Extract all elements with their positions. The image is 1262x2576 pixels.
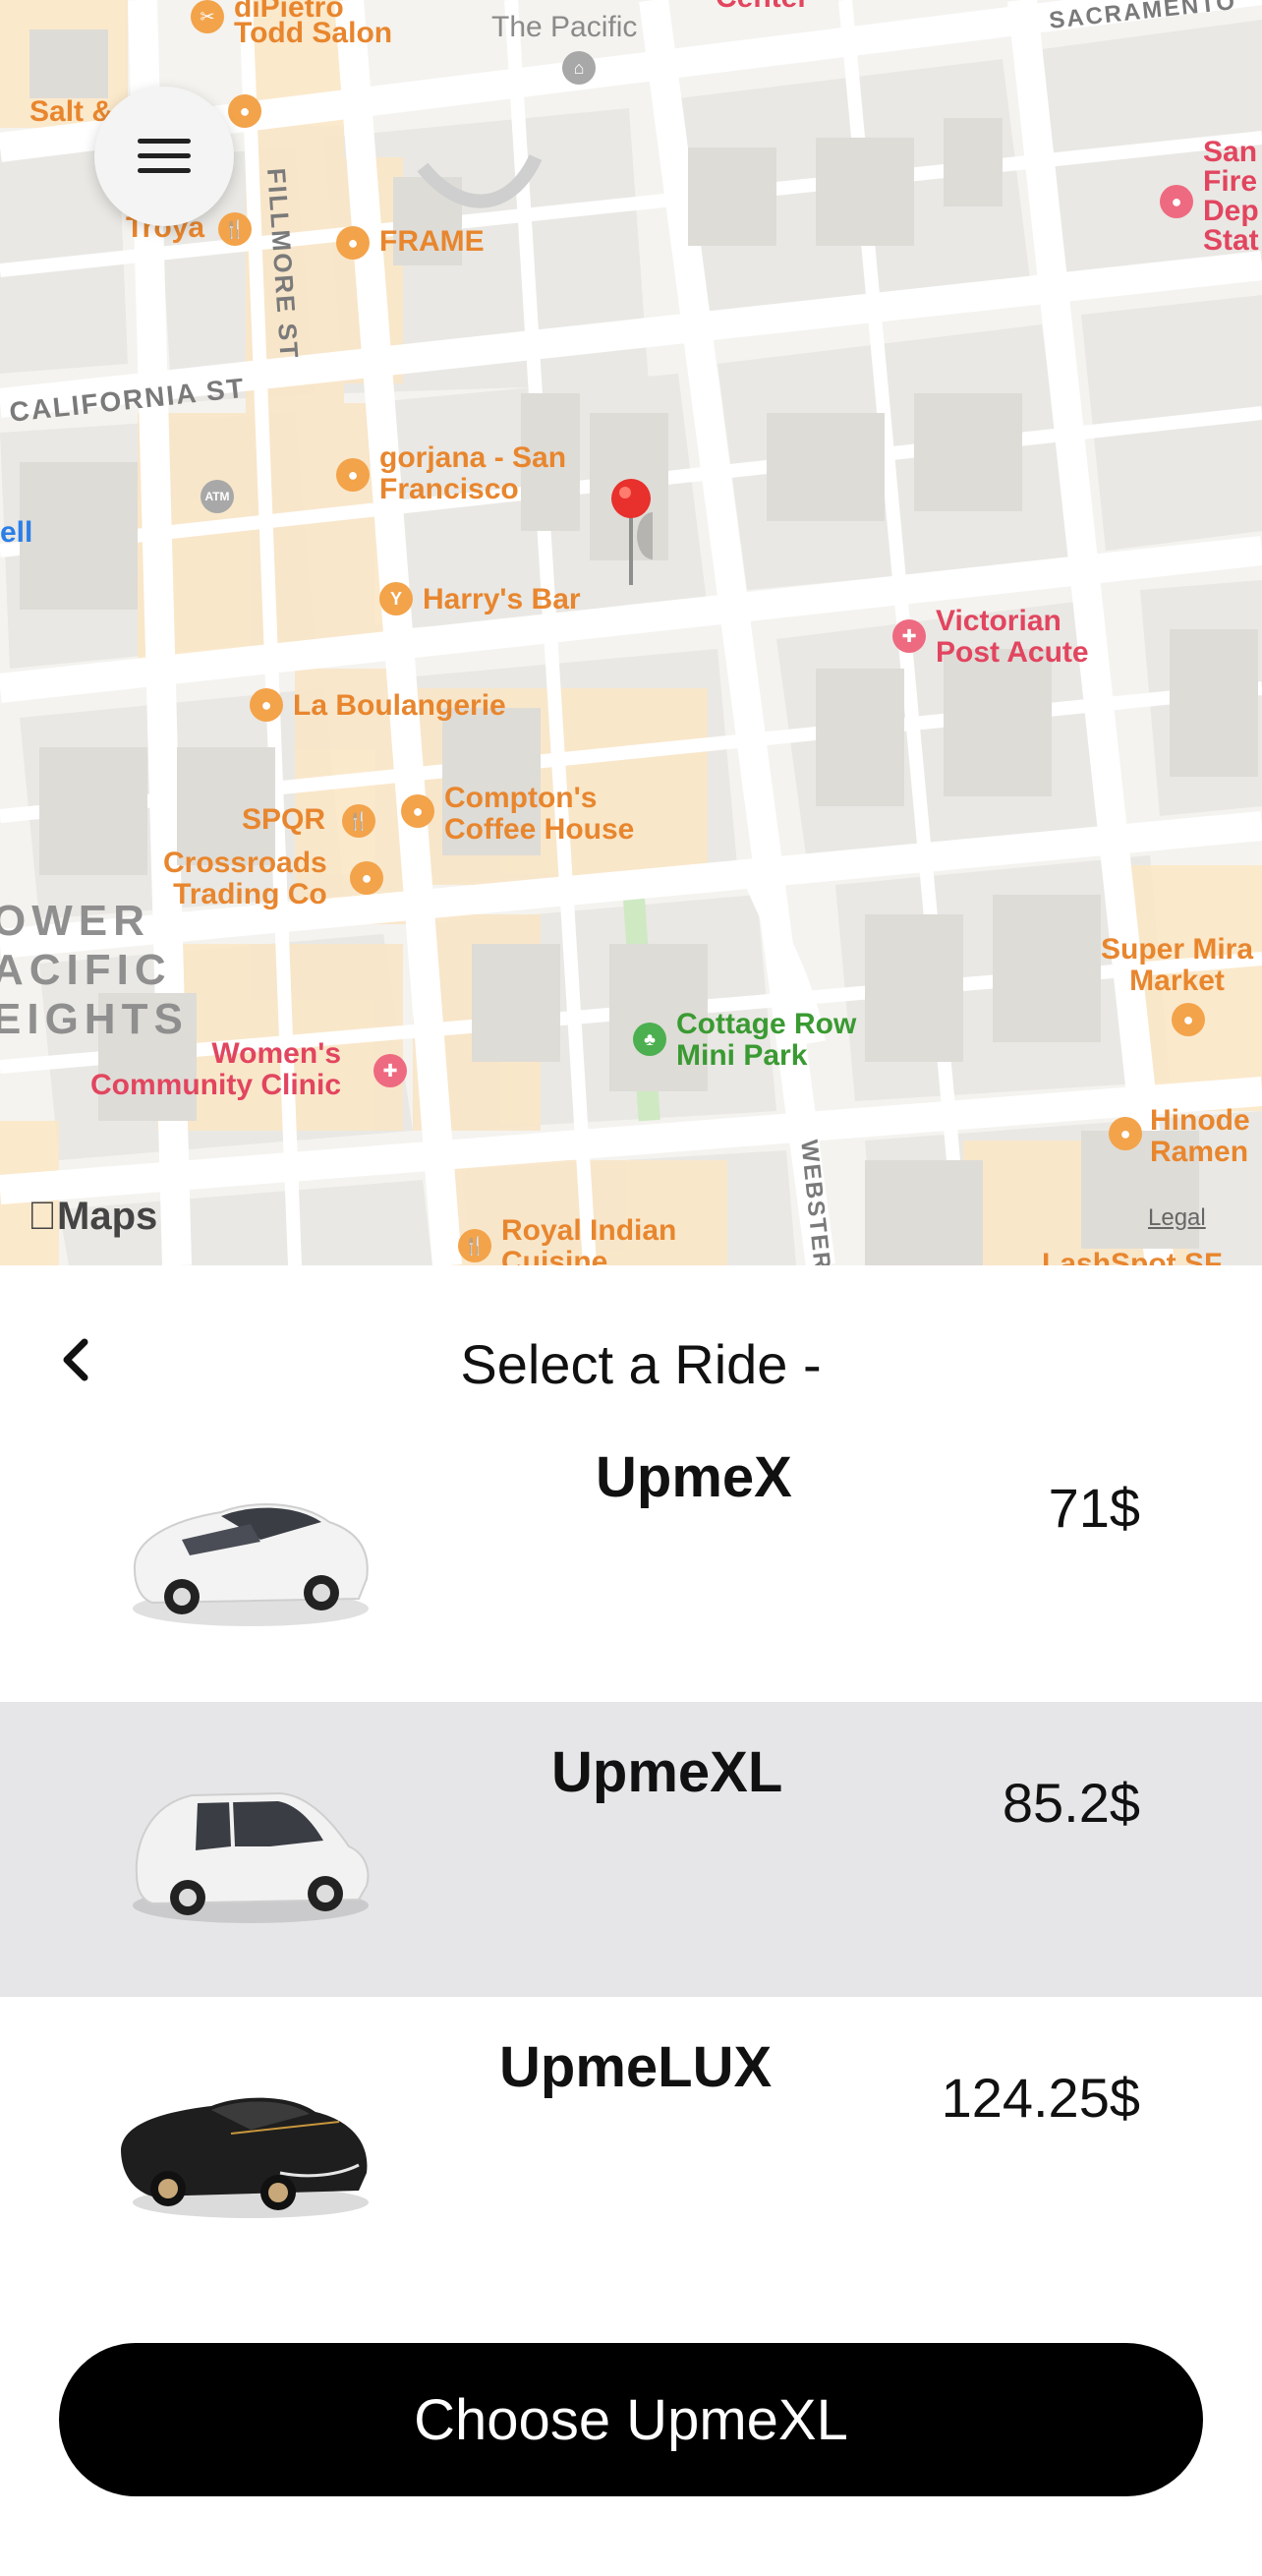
poi-spqr[interactable]: SPQR [242, 804, 325, 836]
restaurant-icon: 🍴 [458, 1229, 491, 1262]
ride-name: UpmeLUX [499, 2035, 773, 2099]
building-icon: ⌂ [562, 51, 596, 85]
maps-logo: Maps [28, 1195, 157, 1238]
shopping-bag-icon: ● [336, 458, 370, 492]
coffee-icon: ● [401, 794, 434, 828]
poi-center[interactable]: Center [716, 0, 809, 14]
apple-icon:  [28, 1195, 57, 1238]
medical-icon: ✚ [892, 619, 926, 653]
park-icon: ♣ [633, 1023, 666, 1056]
poi-harrys-bar[interactable]: Harry's Bar [423, 584, 581, 615]
poi-womens-clinic[interactable]: Women's Community Clinic [90, 1038, 341, 1101]
sheet-title: Select a Ride - [460, 1333, 822, 1395]
white-minivan-icon [133, 1791, 370, 1923]
fire-station-icon: ● [1160, 185, 1193, 218]
poi-hinode[interactable]: Hinode Ramen [1150, 1105, 1250, 1168]
cart-icon: ● [1172, 1003, 1205, 1036]
clothing-icon: ● [336, 226, 370, 260]
poi-salt[interactable]: Salt & [29, 96, 113, 128]
poi-frame[interactable]: FRAME [379, 226, 485, 258]
white-sedan-icon [133, 1503, 369, 1626]
poi-la-boulangerie[interactable]: La Boulangerie [293, 690, 506, 722]
menu-button[interactable] [94, 87, 234, 226]
poi-royal-indian[interactable]: Royal Indian Cuisine [501, 1215, 676, 1266]
ride-option-upmexl[interactable]: UpmeXL 85.2$ [0, 1702, 1262, 1997]
ride-selection-sheet: Select a Ride - UpmeX 71$ UpmeXL 85.2$ U… [0, 1265, 1262, 2576]
neighborhood-label: OWER ACIFIC EIGHTS [0, 897, 189, 1043]
black-sedan-icon [121, 2097, 369, 2218]
choose-ride-button[interactable]: Choose UpmeXL [59, 2343, 1203, 2496]
cafe-icon: ● [250, 688, 283, 722]
ride-price: 85.2$ [1002, 1772, 1140, 1834]
poi-san-fire[interactable]: San Fire Dep Stat [1203, 138, 1259, 256]
ride-option-upmelux[interactable]: UpmeLUX 124.25$ [0, 1997, 1262, 2292]
ride-price: 71$ [1048, 1477, 1140, 1539]
ride-option-upmex[interactable]: UpmeX 71$ [0, 1407, 1262, 1702]
ride-name: UpmeX [596, 1445, 792, 1509]
poi-ell[interactable]: ell [0, 517, 32, 549]
restaurant-icon: 🍴 [218, 212, 252, 246]
poi-lashspot[interactable]: LashSpot SF [1042, 1249, 1222, 1266]
ride-price: 124.25$ [941, 2067, 1140, 2129]
location-pin-icon [611, 479, 653, 585]
legal-link[interactable]: Legal [1148, 1204, 1206, 1232]
map-view[interactable]: ✂ diPietro Todd Salon The Pacific ⌂ Cent… [0, 0, 1262, 1265]
bar-icon: Y [379, 582, 413, 615]
ice-cream-icon: ● [228, 94, 261, 128]
poi-gorjana[interactable]: gorjana - San Francisco [379, 442, 566, 505]
poi-victorian[interactable]: Victorian Post Acute [936, 606, 1089, 669]
atm-icon: ATM [201, 480, 234, 513]
ride-name: UpmeXL [551, 1740, 783, 1804]
poi-todd-salon[interactable]: Todd Salon [234, 18, 392, 49]
restaurant-icon: 🍴 [342, 804, 375, 838]
hair-salon-icon: ✂ [191, 0, 224, 33]
poi-the-pacific[interactable]: The Pacific [491, 12, 637, 43]
poi-cottage-row[interactable]: Cottage Row Mini Park [676, 1009, 856, 1072]
poi-comptons[interactable]: Compton's Coffee House [444, 783, 634, 846]
ramen-icon: ● [1109, 1117, 1142, 1150]
shopping-icon: ● [350, 861, 383, 895]
poi-super-mira[interactable]: Super Mira Market [1101, 934, 1253, 997]
hamburger-icon [138, 139, 191, 174]
clinic-icon: ✚ [373, 1054, 407, 1087]
